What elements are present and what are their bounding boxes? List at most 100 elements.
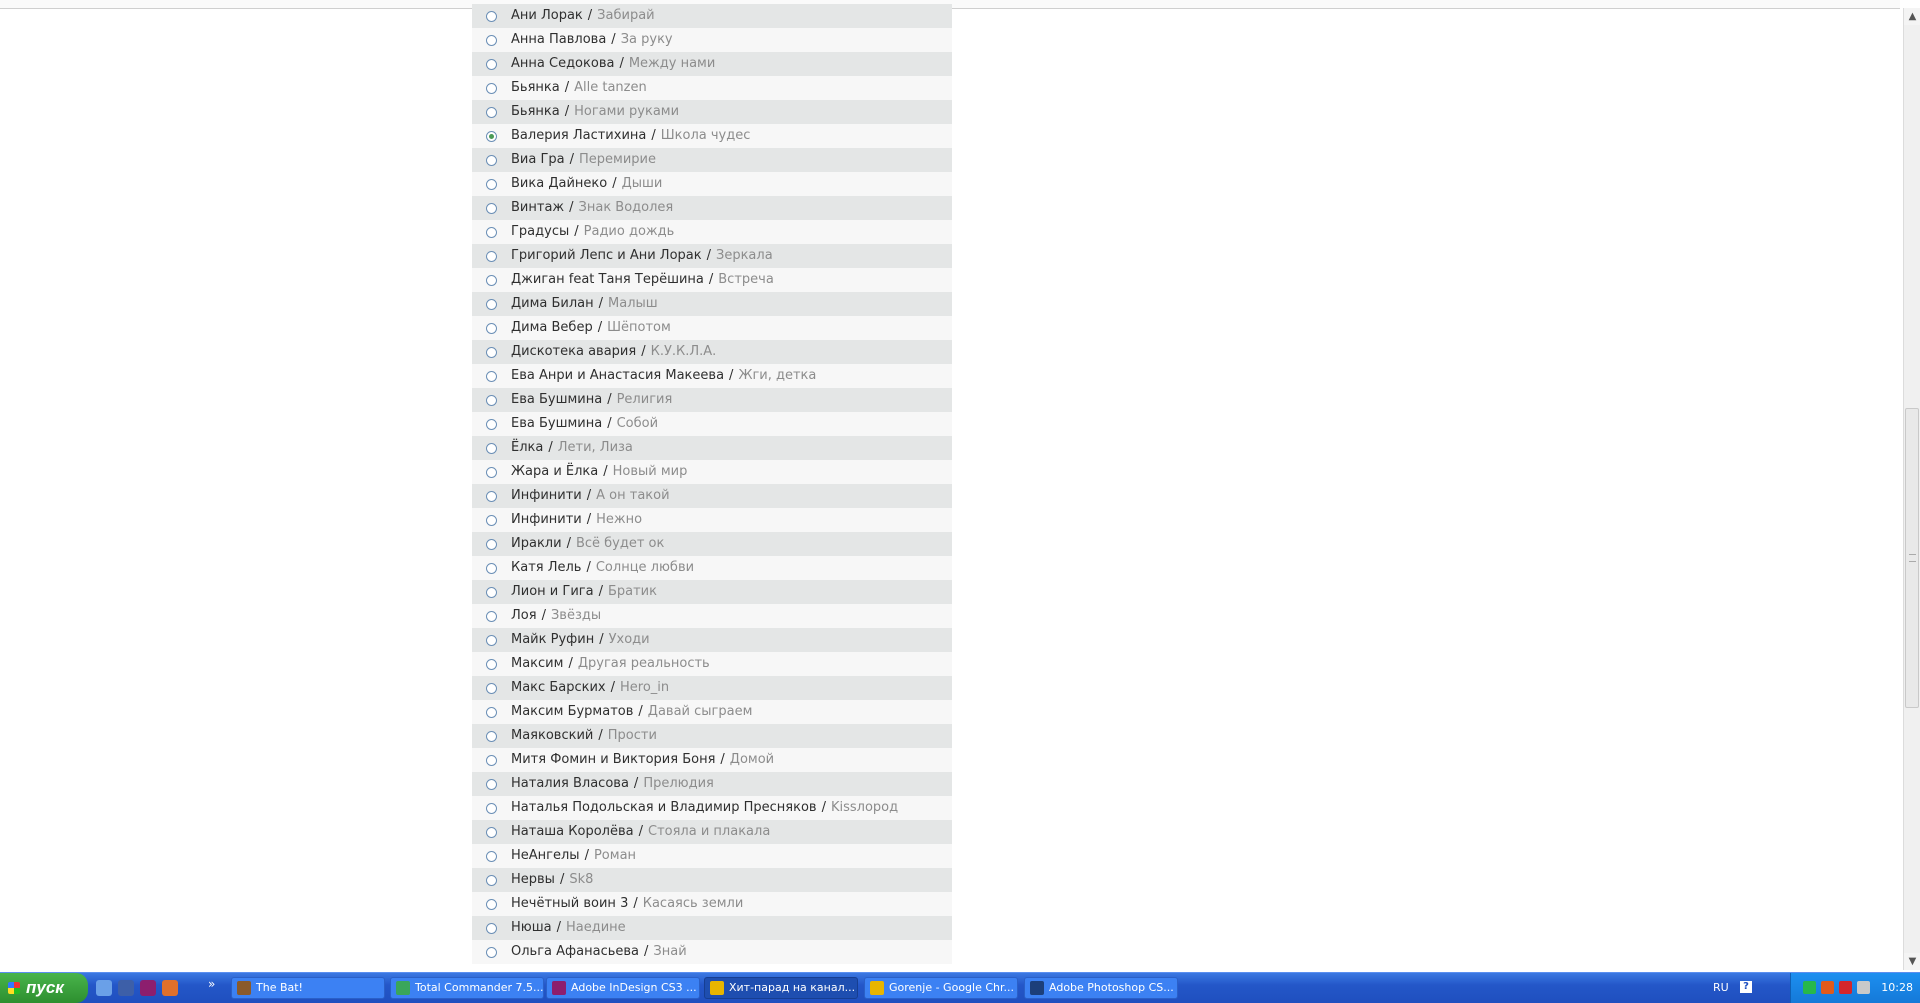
save-icon[interactable] xyxy=(118,980,134,996)
vote-radio-button[interactable] xyxy=(486,682,497,694)
vote-radio-button[interactable] xyxy=(486,346,497,358)
list-item[interactable]: Наташа Королёва / Стояла и плакала xyxy=(472,820,952,844)
utorrent-icon[interactable] xyxy=(1803,981,1816,994)
list-item[interactable]: Винтаж / Знак Водолея xyxy=(472,196,952,220)
vote-radio-button[interactable] xyxy=(486,226,497,238)
list-item[interactable]: Григорий Лепс и Ани Лорак / Зеркала xyxy=(472,244,952,268)
vote-radio-button[interactable] xyxy=(486,898,497,910)
scroll-up-button[interactable]: ▲ xyxy=(1904,8,1920,25)
vote-radio-button[interactable] xyxy=(486,514,497,526)
vertical-scrollbar[interactable]: ▲ ▼ xyxy=(1903,8,1920,970)
list-item[interactable]: Майк Руфин / Уходи xyxy=(472,628,952,652)
list-item[interactable]: Бьянка / Alle tanzen xyxy=(472,76,952,100)
list-item[interactable]: Нечётный воин 3 / Касаясь земли xyxy=(472,892,952,916)
list-item[interactable]: Митя Фомин и Виктория Боня / Домой xyxy=(472,748,952,772)
clock[interactable]: 10:28 xyxy=(1881,981,1913,994)
list-item[interactable]: Градусы / Радио дождь xyxy=(472,220,952,244)
antivirus-icon[interactable] xyxy=(1821,981,1834,994)
vote-radio-button[interactable] xyxy=(486,58,497,70)
vote-radio-button[interactable] xyxy=(486,826,497,838)
list-item[interactable]: Валерия Ластихина / Школа чудес xyxy=(472,124,952,148)
vote-radio-button[interactable] xyxy=(486,610,497,622)
list-item[interactable]: Лоя / Звёзды xyxy=(472,604,952,628)
show-desktop-icon[interactable] xyxy=(96,980,112,996)
vote-radio-button[interactable] xyxy=(486,706,497,718)
vote-radio-button[interactable] xyxy=(486,634,497,646)
ati-icon[interactable] xyxy=(1839,981,1852,994)
list-item[interactable]: Вика Дайнеко / Дыши xyxy=(472,172,952,196)
list-item[interactable]: Нервы / Sk8 xyxy=(472,868,952,892)
list-item[interactable]: Инфинити / Нежно xyxy=(472,508,952,532)
list-item[interactable]: Жара и Ёлка / Новый мир xyxy=(472,460,952,484)
vote-radio-button[interactable] xyxy=(486,418,497,430)
vote-radio-button[interactable] xyxy=(486,394,497,406)
vote-radio-button[interactable] xyxy=(486,538,497,550)
quick-launch-more-icon[interactable]: » xyxy=(208,977,215,991)
vote-radio-button[interactable] xyxy=(486,754,497,766)
taskbar-button[interactable]: Total Commander 7.5... xyxy=(390,977,544,999)
vote-radio-button[interactable] xyxy=(486,442,497,454)
vote-radio-button[interactable] xyxy=(486,466,497,478)
list-item[interactable]: Наталья Подольская и Владимир Пресняков /… xyxy=(472,796,952,820)
vote-radio-button[interactable] xyxy=(486,250,497,262)
vote-radio-button[interactable] xyxy=(486,562,497,574)
list-item[interactable]: Катя Лель / Солнце любви xyxy=(472,556,952,580)
list-item[interactable]: Дима Билан / Малыш xyxy=(472,292,952,316)
list-item[interactable]: Инфинити / А он такой xyxy=(472,484,952,508)
list-item[interactable]: Бьянка / Ногами руками xyxy=(472,100,952,124)
start-button[interactable]: пуск xyxy=(0,973,88,1003)
vote-radio-button[interactable] xyxy=(486,850,497,862)
list-item[interactable]: Максим Бурматов / Давай сыграем xyxy=(472,700,952,724)
vote-radio-button[interactable] xyxy=(486,370,497,382)
vote-radio-button[interactable] xyxy=(486,34,497,46)
list-item[interactable]: Анна Седокова / Между нами xyxy=(472,52,952,76)
indesign-icon[interactable] xyxy=(140,980,156,996)
vote-radio-button[interactable] xyxy=(486,322,497,334)
list-item[interactable]: Нюша / Наедине xyxy=(472,916,952,940)
vote-radio-button[interactable] xyxy=(486,10,497,22)
balloon-icon[interactable] xyxy=(162,980,178,996)
vote-radio-button[interactable] xyxy=(486,946,497,958)
list-item[interactable]: Виа Гра / Перемирие xyxy=(472,148,952,172)
taskbar-button[interactable]: Adobe Photoshop CS... xyxy=(1024,977,1178,999)
list-item[interactable]: Лион и Гига / Братик xyxy=(472,580,952,604)
vote-radio-button[interactable] xyxy=(486,178,497,190)
list-item[interactable]: Ёлка / Лети, Лиза xyxy=(472,436,952,460)
taskbar-button[interactable]: Adobe InDesign CS3 ... xyxy=(546,977,700,999)
vote-radio-button[interactable] xyxy=(486,874,497,886)
list-item[interactable]: Маяковский / Прости xyxy=(472,724,952,748)
scroll-thumb[interactable] xyxy=(1905,408,1919,708)
list-item[interactable]: Ева Бушмина / Религия xyxy=(472,388,952,412)
list-item[interactable]: Иракли / Всё будет ок xyxy=(472,532,952,556)
list-item[interactable]: Дима Вебер / Шёпотом xyxy=(472,316,952,340)
vote-radio-button[interactable] xyxy=(486,82,497,94)
vote-radio-button[interactable] xyxy=(486,802,497,814)
list-item[interactable]: Ева Анри и Анастасия Макеева / Жги, детка xyxy=(472,364,952,388)
vote-radio-button[interactable] xyxy=(486,130,497,142)
taskbar-button[interactable]: The Bat! xyxy=(231,977,385,999)
volume-icon[interactable] xyxy=(1857,981,1870,994)
list-item[interactable]: Дискотека авария / К.У.К.Л.А. xyxy=(472,340,952,364)
vote-radio-button[interactable] xyxy=(486,274,497,286)
help-icon[interactable]: ? xyxy=(1740,981,1752,993)
list-item[interactable]: Макс Барских / Hero_in xyxy=(472,676,952,700)
list-item[interactable]: Максим / Другая реальность xyxy=(472,652,952,676)
scroll-down-button[interactable]: ▼ xyxy=(1904,953,1920,970)
list-item[interactable]: Наталия Власова / Прелюдия xyxy=(472,772,952,796)
vote-radio-button[interactable] xyxy=(486,154,497,166)
list-item[interactable]: Джиган feat Таня Терёшина / Встреча xyxy=(472,268,952,292)
taskbar-button[interactable]: Хит-парад на канал... xyxy=(704,977,858,999)
language-indicator[interactable]: RU xyxy=(1713,981,1729,994)
list-item[interactable]: Ани Лорак / Забирай xyxy=(472,4,952,28)
vote-radio-button[interactable] xyxy=(486,586,497,598)
vote-radio-button[interactable] xyxy=(486,106,497,118)
list-item[interactable]: Ольга Афанасьева / Знай xyxy=(472,940,952,964)
vote-radio-button[interactable] xyxy=(486,490,497,502)
taskbar-button[interactable]: Gorenje - Google Chr... xyxy=(864,977,1018,999)
vote-radio-button[interactable] xyxy=(486,730,497,742)
list-item[interactable]: Анна Павлова / За руку xyxy=(472,28,952,52)
vote-radio-button[interactable] xyxy=(486,778,497,790)
vote-radio-button[interactable] xyxy=(486,202,497,214)
list-item[interactable]: НеАнгелы / Роман xyxy=(472,844,952,868)
vote-radio-button[interactable] xyxy=(486,658,497,670)
